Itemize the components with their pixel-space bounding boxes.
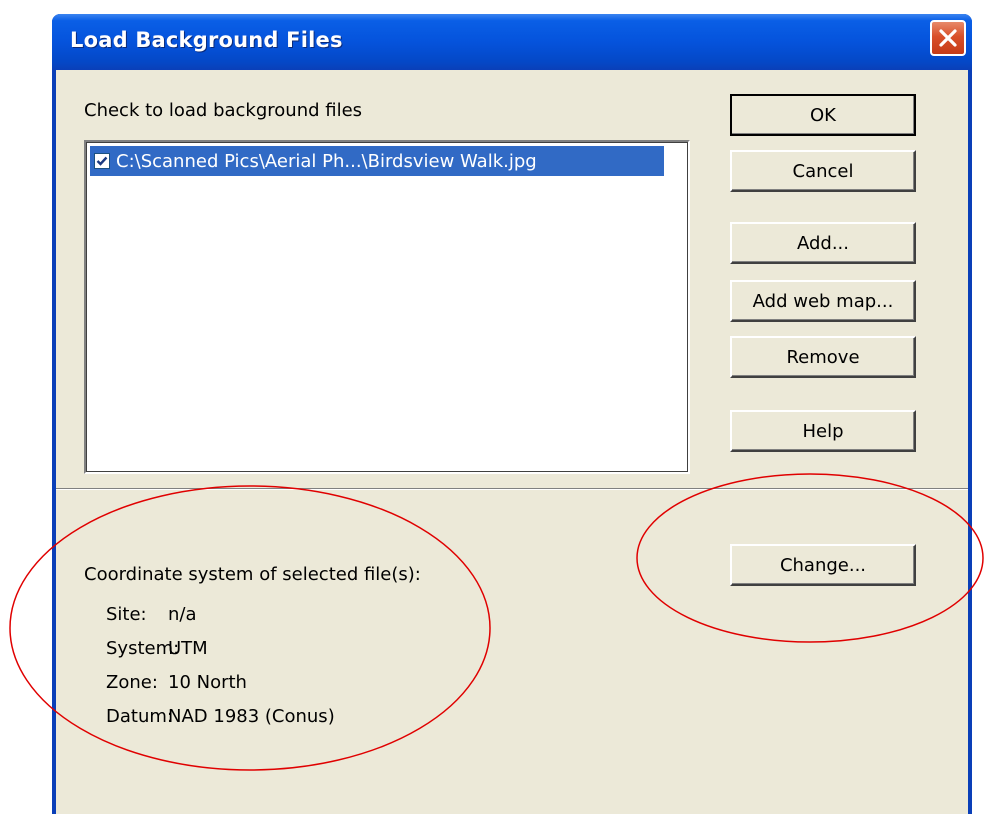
- title-bar[interactable]: Load Background Files: [52, 14, 972, 70]
- coord-key: Datum:: [106, 706, 173, 727]
- coord-value: UTM: [168, 638, 208, 659]
- remove-button[interactable]: Remove: [730, 336, 916, 378]
- list-item[interactable]: C:\Scanned Pics\Aerial Ph...\Birdsview W…: [90, 146, 664, 176]
- coord-value: NAD 1983 (Conus): [168, 706, 335, 727]
- section-divider: [56, 488, 968, 490]
- cancel-button[interactable]: Cancel: [730, 150, 916, 192]
- file-checkbox[interactable]: [94, 153, 110, 169]
- coord-row-site: Site: n/a: [106, 604, 197, 625]
- checkmark-icon: [96, 156, 108, 166]
- coord-key: Zone:: [106, 672, 158, 693]
- change-button[interactable]: Change...: [730, 544, 916, 586]
- coord-key: System:: [106, 638, 180, 659]
- dialog-body: Check to load background files C:\Scanne…: [56, 70, 968, 814]
- dialog-window: Load Background Files Check to load back…: [52, 14, 972, 814]
- add-web-map-button[interactable]: Add web map...: [730, 280, 916, 322]
- coord-row-system: System:UTM: [106, 638, 208, 659]
- window-title: Load Background Files: [70, 28, 343, 52]
- close-x-icon: [939, 29, 957, 47]
- file-list[interactable]: C:\Scanned Pics\Aerial Ph...\Birdsview W…: [84, 140, 690, 474]
- file-path: C:\Scanned Pics\Aerial Ph...\Birdsview W…: [116, 150, 537, 172]
- help-button[interactable]: Help: [730, 410, 916, 452]
- coord-key: Site:: [106, 604, 147, 625]
- coord-value: n/a: [168, 604, 197, 625]
- coord-value: 10 North: [168, 672, 247, 693]
- add-button[interactable]: Add...: [730, 222, 916, 264]
- list-label: Check to load background files: [84, 100, 363, 121]
- close-button[interactable]: [930, 20, 966, 56]
- coordinate-heading: Coordinate system of selected file(s):: [84, 564, 421, 585]
- coord-row-zone: Zone: 10 North: [106, 672, 247, 693]
- ok-button[interactable]: OK: [730, 94, 916, 136]
- coord-row-datum: Datum:NAD 1983 (Conus): [106, 706, 335, 727]
